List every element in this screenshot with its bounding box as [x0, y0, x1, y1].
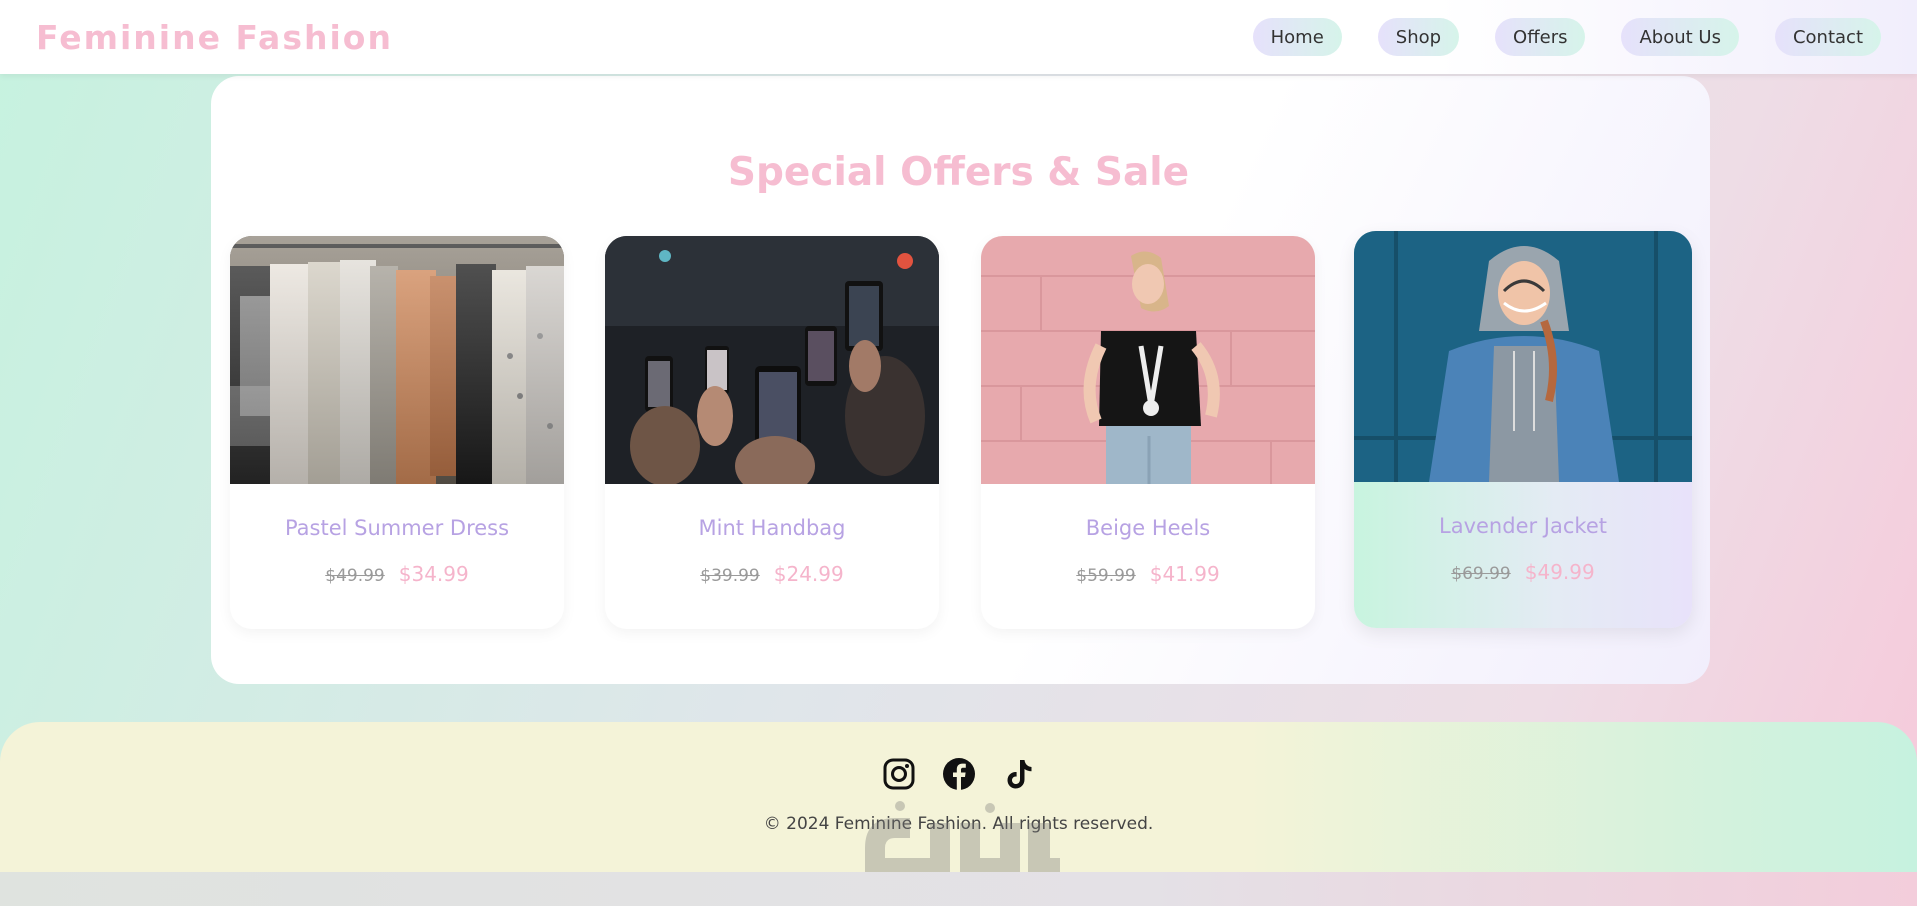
sale-price: $41.99	[1149, 562, 1220, 586]
product-card-beige-heels[interactable]: Beige Heels $59.99 $41.99	[981, 236, 1315, 629]
instagram-icon[interactable]	[882, 757, 916, 791]
product-name: Pastel Summer Dress	[284, 516, 510, 540]
copyright-text: © 2024 Feminine Fashion. All rights rese…	[763, 814, 1154, 834]
product-image-concert-phones	[605, 236, 939, 484]
old-price: $69.99	[1451, 564, 1511, 584]
price-row: $69.99 $49.99	[1354, 560, 1692, 584]
bottom-strip	[0, 872, 1917, 906]
sale-price: $34.99	[398, 562, 469, 586]
old-price: $59.99	[1076, 566, 1136, 586]
site-header: Feminine Fashion Home Shop Offers About …	[0, 0, 1917, 74]
price-row: $49.99 $34.99	[230, 562, 564, 586]
price-row: $39.99 $24.99	[605, 562, 939, 586]
product-card-mint-handbag[interactable]: Mint Handbag $39.99 $24.99	[605, 236, 939, 629]
product-name: Beige Heels	[1085, 516, 1211, 540]
nav-offers[interactable]: Offers	[1495, 18, 1586, 56]
nav-about-us[interactable]: About Us	[1621, 18, 1739, 56]
nav-home[interactable]: Home	[1252, 18, 1342, 56]
product-name: Mint Handbag	[698, 516, 846, 540]
nav-contact[interactable]: Contact	[1774, 18, 1881, 56]
nav-shop[interactable]: Shop	[1377, 18, 1460, 56]
product-image-woman-denim-jacket	[1354, 231, 1692, 482]
facebook-icon[interactable]	[942, 757, 976, 791]
social-links	[0, 757, 1917, 791]
old-price: $49.99	[325, 566, 385, 586]
product-card-lavender-jacket[interactable]: Lavender Jacket $69.99 $49.99	[1354, 231, 1692, 628]
main-nav: Home Shop Offers About Us Contact	[1252, 18, 1881, 56]
product-name: Lavender Jacket	[1439, 514, 1607, 538]
sale-price: $24.99	[773, 562, 844, 586]
product-image-woman-pink-wall	[981, 236, 1315, 484]
price-row: $59.99 $41.99	[981, 562, 1315, 586]
old-price: $39.99	[700, 566, 760, 586]
sale-price: $49.99	[1524, 560, 1595, 584]
tiktok-icon[interactable]	[1002, 757, 1036, 791]
site-logo[interactable]: Feminine Fashion	[36, 18, 393, 57]
section-title: Special Offers & Sale	[727, 150, 1190, 195]
site-footer: © 2024 Feminine Fashion. All rights rese…	[0, 722, 1917, 872]
product-card-pastel-summer-dress[interactable]: Pastel Summer Dress $49.99 $34.99	[230, 236, 564, 629]
product-image-clothing-rack	[230, 236, 564, 484]
